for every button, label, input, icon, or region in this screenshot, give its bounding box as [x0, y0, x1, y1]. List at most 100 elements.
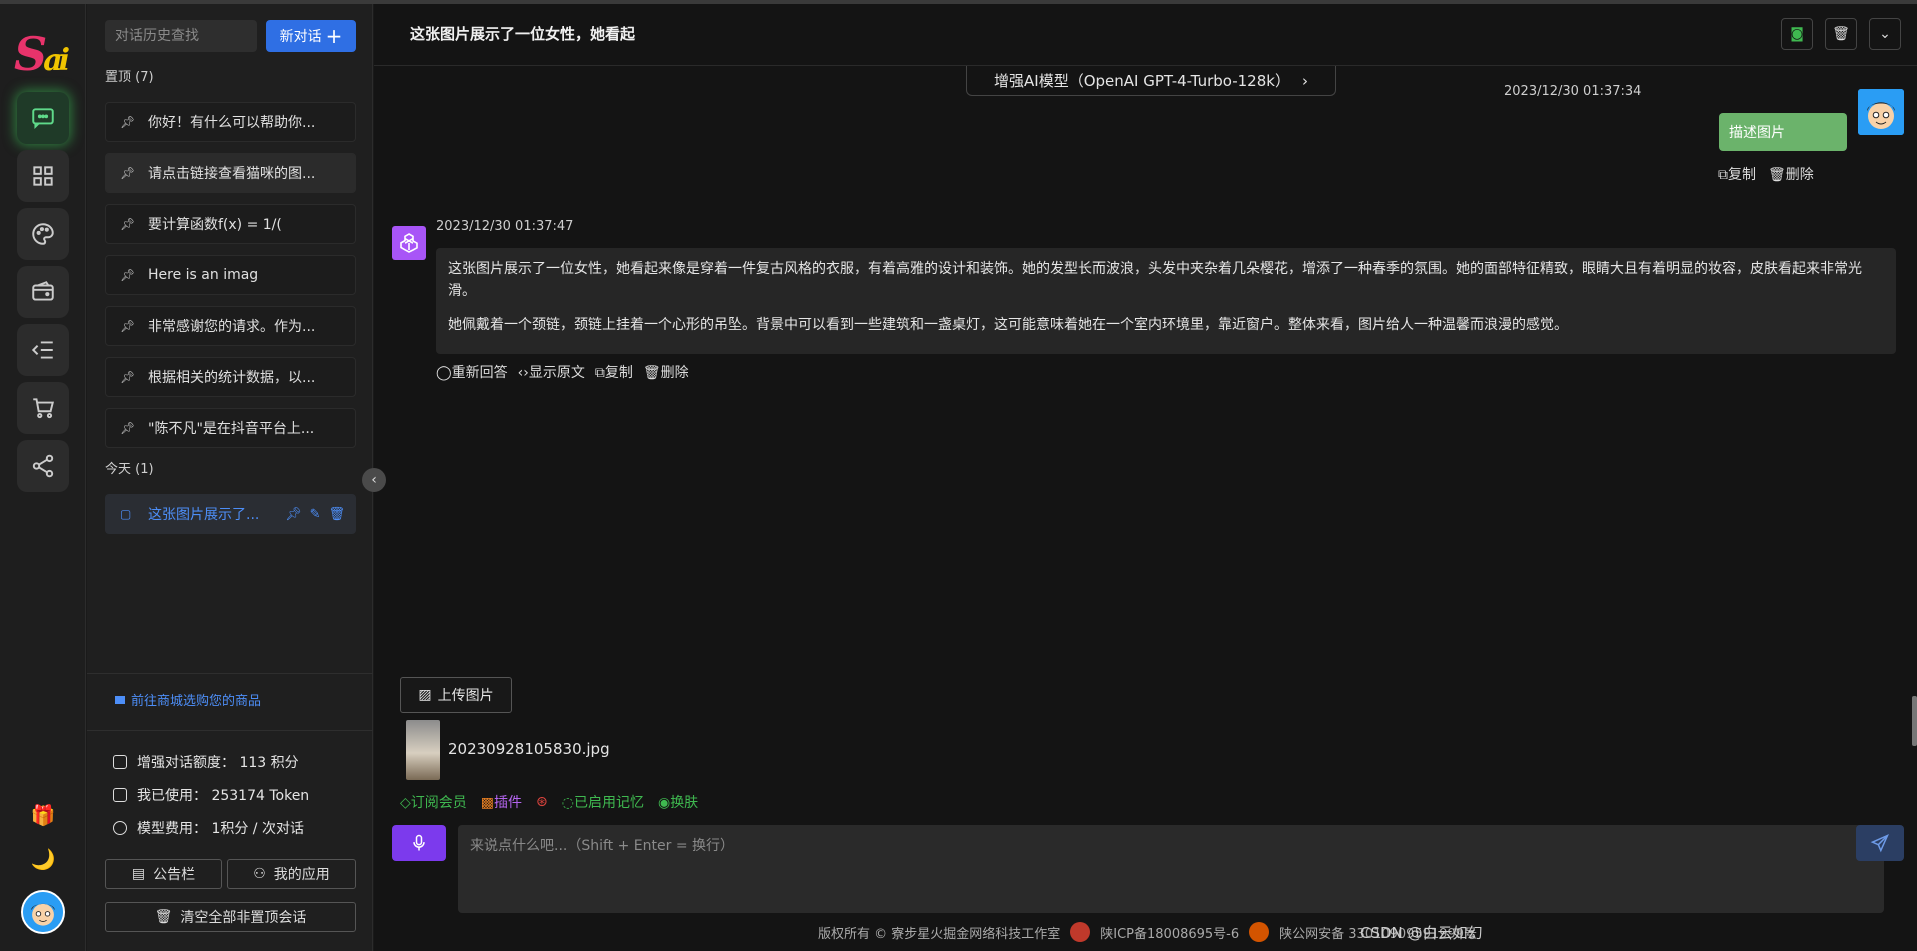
chat-main: 这张图片展示了一位女性，她看起 ◙ 🗑︎ ⌄ 增强AI模型（OpenAI GPT…: [374, 4, 1917, 951]
today-section-label: 今天 (1): [105, 462, 154, 477]
chat-nav-button[interactable]: [17, 92, 69, 144]
ai-message-actions: ◯重新回答 ‹›显示原文 ⧉复制 🗑︎删除: [436, 362, 689, 382]
new-chat-label: 新对话: [279, 29, 322, 45]
memory-toggle[interactable]: ◌已启用记忆: [562, 792, 644, 812]
fee-stat: 模型费用： 1积分 / 次对话: [113, 818, 304, 838]
message-input[interactable]: [458, 825, 1884, 913]
chevron-down-icon: ⌄: [1879, 26, 1891, 42]
subscribe-button[interactable]: ◇订阅会员: [400, 792, 467, 812]
cart-icon: [33, 398, 54, 419]
icon-rail: Sai 🎁 🌙: [0, 4, 86, 951]
regenerate-button[interactable]: ◯重新回答: [436, 362, 508, 382]
coin-icon: [113, 821, 127, 835]
image-thumbnail[interactable]: [406, 720, 440, 780]
collapse-sidebar-button[interactable]: ‹: [362, 468, 386, 492]
file-name: 20230928105830.jpg: [448, 740, 610, 758]
user-message-avatar: [1858, 89, 1904, 135]
send-button[interactable]: [1856, 825, 1904, 861]
more-button[interactable]: ⌄: [1869, 18, 1901, 50]
pin-icon: 📌︎: [120, 166, 136, 180]
hourglass-icon: [113, 788, 127, 802]
share-nav-button[interactable]: [17, 440, 69, 492]
chat-icon: [32, 108, 54, 130]
model-selector[interactable]: 增强AI模型（OpenAI GPT-4-Turbo-128k） ›: [966, 66, 1336, 96]
voice-input-button[interactable]: [392, 825, 446, 861]
apps-icon: ⚇: [253, 866, 266, 882]
pin-icon: 📌︎: [120, 115, 136, 129]
pinned-chat-item[interactable]: 📌︎ 要计算函数f(x) = 1/(: [105, 204, 356, 244]
pinned-section-label: 置顶 (7): [105, 70, 154, 85]
apps-nav-button[interactable]: [17, 150, 69, 202]
quota-stat: 增强对话额度： 113 积分: [113, 752, 299, 772]
active-chat-item[interactable]: ▢ 这张图片展示了... 📌︎ ✎ 🗑︎: [105, 494, 356, 534]
menu-nav-button[interactable]: [17, 324, 69, 376]
pin-icon: 📌︎: [120, 319, 136, 333]
scrollbar-handle[interactable]: [1912, 696, 1917, 746]
pinned-chat-item[interactable]: 📌︎ "陈不凡"是在抖音平台上...: [105, 408, 356, 448]
history-search-input[interactable]: [105, 20, 257, 52]
pinned-chat-item[interactable]: 📌︎ 你好！有什么可以帮助你...: [105, 102, 356, 142]
share-icon: [32, 454, 54, 478]
draw-nav-button[interactable]: [17, 208, 69, 260]
pinned-chat-item[interactable]: 📌︎ Here is an imag: [105, 255, 356, 295]
gift-icon[interactable]: 🎁: [28, 800, 58, 830]
headset-button[interactable]: ◙: [1781, 18, 1813, 50]
headset-icon: ◙: [1790, 26, 1804, 42]
notice-button[interactable]: ▤ 公告栏: [105, 859, 222, 889]
grid-icon: [33, 166, 53, 186]
pin-chat-icon[interactable]: 📌︎: [285, 507, 302, 522]
sidebar-divider: [87, 673, 373, 674]
ai-message-time: 2023/12/30 01:37:47: [436, 219, 574, 234]
pinned-chat-item[interactable]: 📌︎ 请点击链接查看猫咪的图...: [105, 153, 356, 193]
pin-icon: 📌︎: [120, 370, 136, 384]
icp-badge-icon: [1070, 922, 1091, 942]
delete-chat-button[interactable]: 🗑︎: [1825, 18, 1857, 50]
delete-icon[interactable]: 🗑︎: [328, 507, 345, 522]
plugin-button[interactable]: ▩插件: [481, 792, 522, 812]
composer-toolbar: ◇订阅会员 ▩插件 ⊛ ◌已启用记忆 ◉换肤: [400, 792, 698, 812]
ai-paragraph: 她佩戴着一个颈链，颈链上挂着一个心形的吊坠。背景中可以看到一些建筑和一盏桌灯，这…: [448, 317, 1568, 333]
chevron-right-icon: ›: [1301, 71, 1308, 90]
moon-icon[interactable]: 🌙: [28, 844, 58, 874]
ai-paragraph: 这张图片展示了一位女性，她看起来像是穿着一件复古风格的衣服，有着高雅的设计和装饰…: [448, 261, 1862, 299]
app-logo: Sai: [14, 27, 70, 81]
wallet-nav-button[interactable]: [17, 266, 69, 318]
chat-bubble-icon: ▢: [120, 507, 132, 521]
trash-icon: 🗑︎: [154, 909, 173, 925]
new-chat-button[interactable]: 新对话 +: [266, 20, 356, 52]
shop-nav-button[interactable]: [17, 382, 69, 434]
my-apps-button[interactable]: ⚇ 我的应用: [227, 859, 356, 889]
chat-header: 这张图片展示了一位女性，她看起 ◙ 🗑︎ ⌄: [374, 4, 1917, 66]
cart-small-icon: [115, 695, 125, 704]
ai-avatar: [392, 226, 426, 260]
delete-button[interactable]: 🗑︎删除: [1768, 164, 1814, 184]
upload-image-button[interactable]: ▨ 上传图片: [400, 677, 512, 713]
trash-icon: 🗑︎: [1832, 26, 1850, 42]
chat-title: 这张图片展示了一位女性，她看起: [410, 25, 636, 43]
user-message-actions: ⧉复制 🗑︎删除: [1718, 164, 1814, 184]
microphone-icon: [413, 834, 425, 851]
network-icon[interactable]: ⊛: [536, 794, 548, 810]
wallet-small-icon: [113, 755, 127, 769]
edit-icon[interactable]: ✎: [310, 507, 321, 522]
copy-button[interactable]: ⧉复制: [595, 362, 633, 382]
icp-link[interactable]: 陕ICP备18008695号-6: [1100, 923, 1239, 942]
shop-link[interactable]: 前往商城选购您的商品: [115, 690, 261, 709]
show-raw-button[interactable]: ‹›显示原文: [518, 362, 585, 382]
chevron-left-icon: ‹: [371, 472, 377, 488]
user-avatar[interactable]: [21, 890, 65, 934]
indent-list-icon: [31, 341, 53, 359]
pinned-chat-item[interactable]: 📌︎ 根据相关的统计数据，以...: [105, 357, 356, 397]
watermark: CSDN @白云如幻: [1360, 924, 1483, 942]
conversation-sidebar: 新对话 + 置顶 (7) 📌︎你好！有什么可以帮助你... 📌︎请点击链接查看猫…: [87, 4, 373, 951]
skin-toggle[interactable]: ◉换肤: [658, 792, 698, 812]
ai-message-bubble: 这张图片展示了一位女性，她看起来像是穿着一件复古风格的衣服，有着高雅的设计和装饰…: [436, 248, 1896, 354]
image-icon: ▨: [418, 687, 432, 703]
clear-chats-button[interactable]: 🗑︎ 清空全部非置顶会话: [105, 902, 356, 932]
pinned-chat-item[interactable]: 📌︎ 非常感谢您的请求。作为...: [105, 306, 356, 346]
send-icon: [1870, 834, 1889, 853]
user-message-time: 2023/12/30 01:37:34: [1504, 84, 1642, 99]
delete-button[interactable]: 🗑︎删除: [643, 362, 689, 382]
pin-icon: 📌︎: [120, 217, 136, 231]
copy-button[interactable]: ⧉复制: [1718, 164, 1756, 184]
